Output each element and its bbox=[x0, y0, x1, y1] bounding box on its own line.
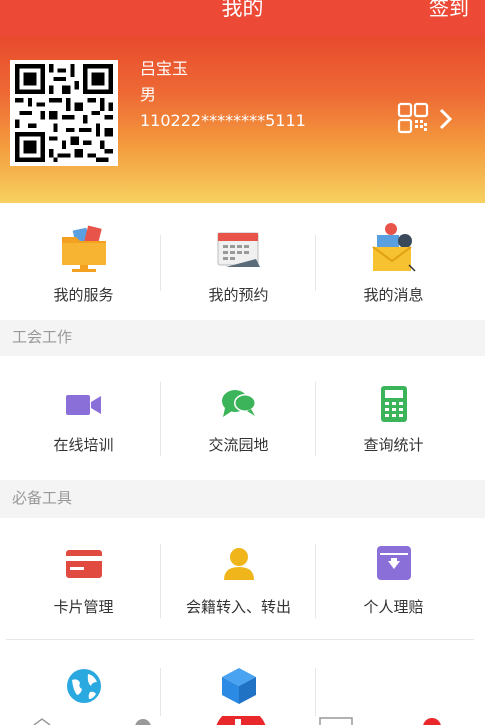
profile-name: 吕宝玉 bbox=[140, 59, 189, 78]
profile-gender: 男 bbox=[140, 85, 157, 104]
divider bbox=[160, 668, 161, 716]
phone-icon bbox=[235, 719, 241, 725]
section-title-union-work: 工会工作 bbox=[0, 320, 485, 356]
qr-code-icon[interactable] bbox=[10, 60, 118, 166]
app-header: 我的 签到 bbox=[0, 0, 485, 36]
divider bbox=[160, 544, 161, 618]
news-icon bbox=[319, 717, 353, 725]
page-title: 我的 bbox=[221, 0, 264, 20]
quick-action-label: 我的服务 bbox=[53, 286, 114, 304]
profile-tab-icon bbox=[423, 718, 441, 725]
video-camera-icon bbox=[65, 394, 102, 420]
divider bbox=[315, 382, 316, 456]
calendar-icon bbox=[216, 229, 262, 273]
menu-item-label: 卡片管理 bbox=[53, 598, 114, 616]
home-icon bbox=[33, 718, 51, 725]
quick-action-label: 我的预约 bbox=[208, 286, 269, 304]
quick-action-my-services[interactable]: 我的服务 bbox=[6, 203, 161, 320]
qr-grid-icon bbox=[397, 102, 453, 134]
cube-icon bbox=[220, 666, 258, 710]
sign-in-button[interactable]: 签到 bbox=[429, 0, 469, 21]
chevron-right-icon bbox=[439, 108, 453, 130]
folder-icon bbox=[58, 223, 110, 279]
member-code-button[interactable] bbox=[397, 102, 457, 136]
menu-item-membership-transfer[interactable]: 会籍转入、转出 bbox=[161, 518, 316, 638]
menu-item-label: 个人理赔 bbox=[363, 598, 424, 616]
quick-action-my-messages[interactable]: 我的消息 bbox=[316, 203, 471, 320]
divider bbox=[160, 235, 161, 291]
divider bbox=[160, 382, 161, 456]
menu-item-label: 查询统计 bbox=[363, 436, 424, 454]
menu-item-cube[interactable] bbox=[161, 640, 316, 716]
chat-bubbles-icon bbox=[221, 388, 257, 424]
card-icon bbox=[65, 550, 102, 582]
union-work-row: 在线培训 交流园地 查询统计 bbox=[0, 356, 485, 480]
menu-item-label: 在线培训 bbox=[53, 436, 114, 454]
profile-id-number: 110222********5111 bbox=[140, 111, 306, 130]
profile-card[interactable]: 吕宝玉 男 110222********5111 bbox=[0, 36, 485, 203]
bottom-tab-bar bbox=[0, 716, 485, 725]
menu-item-query-statistics[interactable]: 查询统计 bbox=[316, 356, 471, 480]
section-title-essential-tools: 必备工具 bbox=[0, 480, 485, 518]
person-icon bbox=[222, 546, 256, 584]
menu-item-online-training[interactable]: 在线培训 bbox=[6, 356, 161, 480]
menu-item-globe[interactable] bbox=[6, 640, 161, 716]
menu-item-label: 会籍转入、转出 bbox=[185, 598, 291, 616]
globe-icon bbox=[66, 668, 102, 708]
profile-info: 吕宝玉 男 110222********5111 bbox=[140, 56, 306, 134]
divider bbox=[315, 235, 316, 291]
envelope-icon bbox=[369, 221, 419, 281]
menu-item-card-management[interactable]: 卡片管理 bbox=[6, 518, 161, 638]
divider bbox=[315, 668, 316, 716]
quick-action-label: 我的消息 bbox=[363, 286, 424, 304]
archive-download-icon bbox=[376, 546, 411, 584]
menu-item-label: 交流园地 bbox=[208, 436, 269, 454]
menu-item-exchange-forum[interactable]: 交流园地 bbox=[161, 356, 316, 480]
essential-tools-grid: 卡片管理 会籍转入、转出 个人理赔 bbox=[0, 518, 485, 716]
discover-icon bbox=[135, 719, 151, 725]
quick-action-my-appointments[interactable]: 我的预约 bbox=[161, 203, 316, 320]
menu-item-personal-claims[interactable]: 个人理赔 bbox=[316, 518, 471, 638]
calculator-icon bbox=[380, 386, 407, 426]
divider bbox=[315, 544, 316, 618]
quick-actions-row: 我的服务 我的预约 我的消息 bbox=[0, 203, 485, 320]
